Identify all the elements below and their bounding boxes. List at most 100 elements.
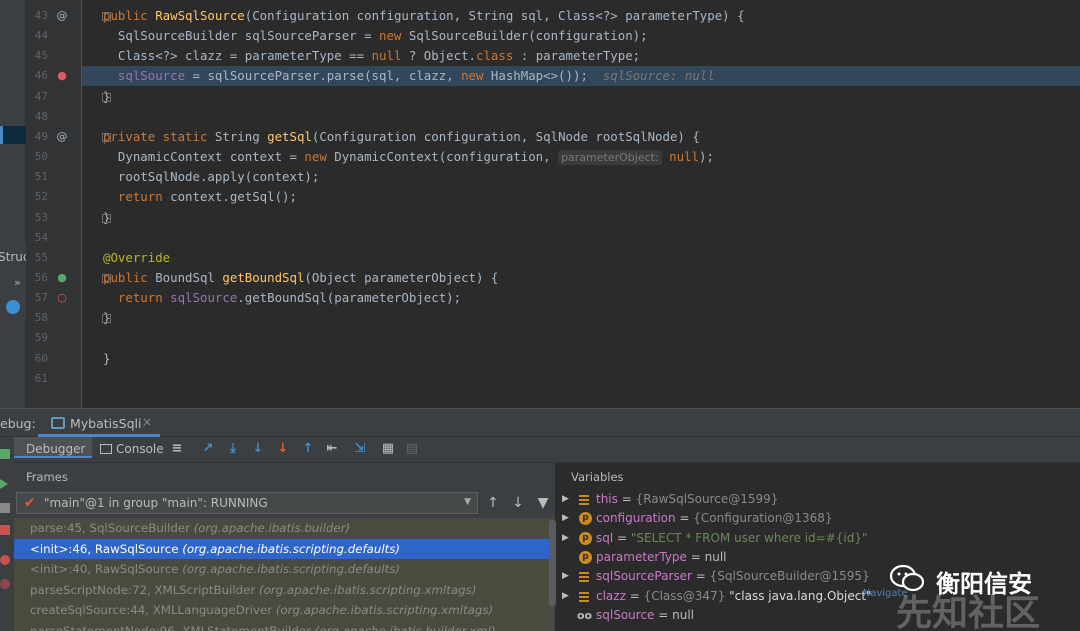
mute-breakpoints-icon[interactable] [0,579,10,589]
frame-method: parseStatementNode:96, XMLStatementBuild… [30,624,315,631]
equals-sign: = [686,549,705,564]
frames-scrollbar[interactable] [549,520,556,606]
variable-name: sqlSource [596,607,655,622]
code-line[interactable]: sqlSource = sqlSourceParser.parse(sql, c… [103,66,715,86]
variable-name: this [596,492,618,506]
expand-arrow-icon[interactable]: ▶ [562,529,569,548]
line-number: 45 [34,49,48,62]
code-line[interactable]: return context.getSql(); [103,187,297,207]
rerun-icon[interactable] [0,449,10,459]
search-icon[interactable] [6,300,20,314]
parameter-icon: p [579,550,592,564]
debug-side-actions [0,437,12,631]
watermark-text: 衡阳信安 [936,570,1032,598]
fold-marker-icon[interactable] [102,214,111,223]
line-number: 54 [34,231,48,244]
variable-value: {RawSqlSource@1599} [635,492,779,506]
code-line[interactable]: rootSqlNode.apply(context); [103,167,319,187]
code-line[interactable]: @Override [103,248,170,268]
step-out-icon[interactable]: ↑ [300,441,316,457]
trace-stream-icon[interactable]: ▤ [404,441,420,457]
code-token: new [379,28,409,43]
debug-session-tab[interactable]: MybatisSqli × [38,411,160,437]
code-line[interactable]: public BoundSql getBoundSql(Object param… [103,268,498,288]
evaluate-expression-icon[interactable]: ▦ [380,441,396,457]
run-to-cursor-icon[interactable]: ⇲ [352,441,368,457]
override-marker-icon[interactable]: @ [55,130,69,144]
fold-marker-icon[interactable] [102,93,111,102]
override-breakpoint-icon[interactable]: ● [55,271,69,285]
expand-arrow-icon[interactable]: ▶ [562,587,569,606]
layout-menu-icon[interactable]: ≡ [169,441,185,457]
code-line[interactable]: DynamicContext context = new DynamicCont… [103,147,714,167]
code-token: sqlSource [170,290,238,305]
code-line[interactable]: } [103,349,110,369]
code-line[interactable]: private static String getSql(Configurati… [103,127,700,147]
project-tree-selection[interactable] [0,126,26,144]
frame-method: parse:45, SqlSourceBuilder [30,521,194,535]
override-marker-icon[interactable]: @ [55,9,69,23]
code-token: class [476,48,514,63]
expand-arrow-icon[interactable]: ▶ [562,509,569,528]
code-token: Class<?> clazz = parameterType == [103,48,372,63]
filter-icon[interactable]: ▼ [534,494,552,512]
parameter-icon: p [579,512,592,526]
code-line[interactable]: public RawSqlSource(Configuration config… [103,6,745,26]
view-breakpoints-icon[interactable] [0,555,10,565]
stack-frame[interactable]: parse:45, SqlSourceBuilder (org.apache.i… [14,518,554,539]
step-over-icon[interactable]: ⤓ [225,441,241,457]
code-line[interactable]: return sqlSource.getBoundSql(parameterOb… [103,288,461,308]
tab-debugger[interactable]: Debugger [14,437,92,458]
arrow-down-icon[interactable]: ↓ [509,494,527,512]
fold-marker-icon[interactable] [102,12,111,21]
parameter-icon: p [579,531,592,545]
inline-debug-value: sqlSource: null [587,68,715,83]
expand-arrow-icon[interactable]: ▶ [562,490,569,509]
step-into-icon[interactable]: ↓ [250,441,266,457]
frame-method: createSqlSource:44, XMLLanguageDriver [30,603,276,618]
fold-marker-icon[interactable] [102,133,111,142]
variables-title: Variables [571,470,624,484]
stack-frame[interactable]: createSqlSource:44, XMLLanguageDriver (o… [14,600,554,622]
stack-frame[interactable]: parseStatementNode:96, XMLStatementBuild… [14,621,554,631]
stack-frame[interactable]: parseScriptNode:72, XMLScriptBuilder (or… [14,579,554,601]
code-line[interactable]: SqlSourceBuilder sqlSourceParser = new S… [103,26,648,46]
chevron-right-icon[interactable]: » [14,276,21,289]
force-step-into-icon[interactable]: ↓ [275,441,291,457]
code-token: return [103,290,171,305]
code-token: new [461,68,491,83]
disabled-breakpoint-icon[interactable]: ○ [55,291,69,305]
code-token: SqlSourceBuilder(configuration); [408,28,648,43]
resume-icon[interactable] [0,479,8,489]
chevron-down-icon[interactable]: ▼ [464,497,471,507]
line-number: 61 [34,372,48,385]
expand-arrow-icon[interactable]: ▶ [562,567,569,586]
stack-frame[interactable]: <init>:46, RawSqlSource (org.apache.ibat… [14,538,554,560]
variable-name: sql [596,530,614,545]
watch-icon: oo [577,608,593,622]
watermark: ... Navigate 先知社区 衡阳信安 [836,556,1080,631]
breakpoint-icon[interactable]: ● [55,69,69,83]
arrow-up-icon[interactable]: ↑ [484,494,502,512]
tab-console[interactable]: Console [100,442,164,456]
equals-sign: = [613,530,631,545]
stop-icon[interactable] [0,525,10,535]
code-token: private static [103,129,215,144]
fold-marker-icon[interactable] [102,314,111,323]
variable-value: {Class@347} [643,588,730,603]
line-number: 44 [34,29,48,42]
pause-icon[interactable] [0,503,10,513]
frame-class: (org.apache.ibatis.builder) [193,521,351,535]
structure-tool-tab[interactable]: Structu » [0,244,42,320]
variable-name: configuration [596,511,676,526]
thread-selector[interactable]: ✔ "main"@1 in group "main": RUNNING ▼ [16,492,478,514]
variable-text: sqlSource = null [596,606,694,625]
show-execution-point-icon[interactable]: ↗ [200,441,216,457]
left-tool-strip [0,0,26,408]
stack-frame[interactable]: <init>:40, RawSqlSource (org.apache.ibat… [14,559,554,581]
code-line[interactable]: Class<?> clazz = parameterType == null ?… [103,46,640,66]
drop-frame-icon[interactable]: ⇤ [324,441,340,457]
close-icon[interactable]: × [142,415,152,429]
fold-marker-icon[interactable] [102,274,111,283]
equals-sign: = [625,588,644,603]
